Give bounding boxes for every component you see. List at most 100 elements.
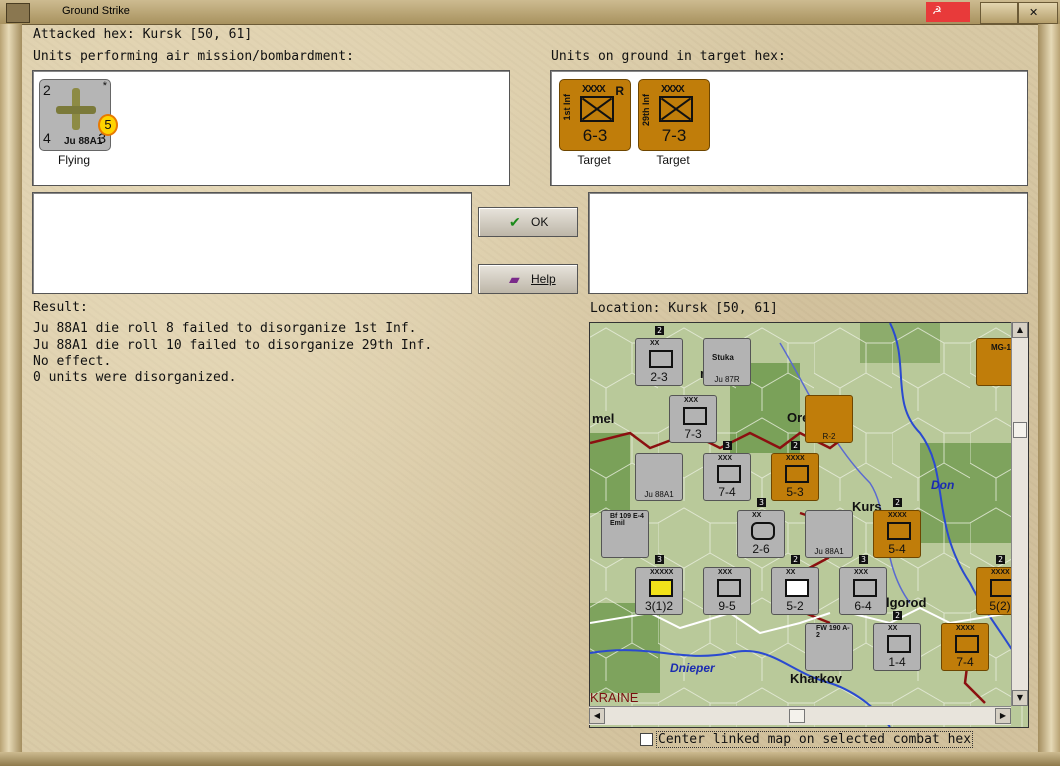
stack-count: 3 (757, 498, 766, 507)
help-label: Help (531, 272, 556, 286)
ground-units-label: Units on ground in target hex: (551, 49, 786, 64)
map-counter[interactable]: XX 5-2 (771, 567, 819, 615)
ground-unit-1[interactable]: XXXX R 1st Inf 6-3 Target (559, 79, 631, 167)
hex-map[interactable]: nsk mel Ore Kurs lgorod Kharkov KRAINE D… (589, 322, 1029, 728)
stack-count: 2 (996, 555, 1005, 564)
vertical-scroll-thumb[interactable] (1013, 422, 1027, 438)
counter-size: XXXX (991, 569, 1010, 576)
window-frame-right (1038, 24, 1060, 766)
air-units-box: 2 * 4 3 5 Ju 88A1 Flying (32, 70, 510, 186)
map-air-counter[interactable]: FW 190 A-2 (805, 623, 853, 671)
stack-count: 3 (655, 555, 664, 564)
scroll-up-icon[interactable]: ▲ (1012, 322, 1028, 338)
ok-button[interactable]: ✔ OK (478, 207, 578, 237)
infantry-icon (717, 579, 741, 597)
river-label: Don (931, 478, 955, 492)
stack-count: 3 (723, 441, 732, 450)
counter-value: 2-3 (650, 370, 668, 384)
air-unit-counter[interactable]: 2 * 4 3 5 Ju 88A1 Flying (39, 79, 118, 167)
map-horizontal-scrollbar[interactable]: ◀ ▶ (589, 706, 1011, 725)
scroll-right-icon[interactable]: ▶ (995, 708, 1011, 724)
counter-value: 2-6 (752, 542, 770, 556)
air-sub: Ju 87R (714, 375, 740, 384)
map-air-counter[interactable]: Bf 109 E-4 Emil (601, 510, 649, 558)
artillery-icon (785, 579, 809, 597)
air-name: R-2 (822, 432, 836, 441)
map-air-counter[interactable]: Ju 88A1 (805, 510, 853, 558)
counter-size: XX (888, 625, 898, 632)
map-counter-soviet[interactable]: XXXX 5-3 (771, 453, 819, 501)
unit-name: 29th Inf (641, 94, 651, 127)
map-counter[interactable]: XX 1-4 (873, 623, 921, 671)
map-counter[interactable]: XXX 6-4 (839, 567, 887, 615)
infantry-icon (785, 465, 809, 483)
ju88-counter[interactable]: 2 * 4 3 5 Ju 88A1 (39, 79, 118, 151)
map-counter[interactable]: XXX 7-4 (703, 453, 751, 501)
map-air-counter-soviet[interactable]: R-2 (805, 395, 853, 443)
help-button[interactable]: ▰ Help (478, 264, 578, 294)
result-line: Ju 88A1 die roll 10 failed to disorganiz… (33, 338, 433, 353)
unit-status: Target (656, 153, 690, 167)
infantry-icon (580, 96, 614, 122)
map-counter[interactable]: XXX 7-3 (669, 395, 717, 443)
air-star: * (102, 80, 107, 92)
infantry-icon (683, 407, 707, 425)
stack-count: 2 (893, 498, 902, 507)
counter-size: XXXXX (650, 569, 674, 576)
attacked-hex-label: Attacked hex: Kursk [50, 61] (33, 27, 253, 42)
stack-count: 2 (893, 611, 902, 620)
map-counter[interactable]: XX 2-6 (737, 510, 785, 558)
close-button[interactable]: ☭ (926, 2, 970, 22)
map-counter[interactable]: XX 2-3 (635, 338, 683, 386)
map-counter-soviet[interactable]: XXXX 5-4 (873, 510, 921, 558)
map-air-counter[interactable]: Stuka Ju 87R (703, 338, 751, 386)
air-name: FW 190 A-2 (816, 625, 850, 639)
attacker-detail-box (32, 192, 472, 294)
center-map-checkbox[interactable] (640, 733, 653, 746)
ground-unit-2[interactable]: XXXX 29th Inf 7-3 Target (638, 79, 710, 167)
stack-count: 2 (655, 326, 664, 335)
maximize-button[interactable]: ✕ (1018, 2, 1058, 24)
hq-icon (649, 579, 673, 597)
infantry-icon (853, 579, 877, 597)
scroll-down-icon[interactable]: ▼ (1012, 690, 1028, 706)
infantry-counter-1[interactable]: XXXX R 1st Inf 6-3 (559, 79, 631, 151)
counter-value: 6-4 (854, 599, 872, 613)
book-icon: ▰ (509, 271, 520, 287)
scroll-left-icon[interactable]: ◀ (589, 708, 605, 724)
city-label: mel (592, 411, 615, 426)
center-map-label[interactable]: Center linked map on selected combat hex (656, 731, 974, 748)
plane-body (56, 106, 96, 114)
map-counter[interactable]: XXX 9-5 (703, 567, 751, 615)
map-counter-soviet[interactable]: XXXX 7-4 (941, 623, 989, 671)
infantry-counter-2[interactable]: XXXX 29th Inf 7-3 (638, 79, 710, 151)
infantry-icon (717, 465, 741, 483)
air-units-label: Units performing air mission/bombardment… (33, 49, 354, 64)
minimize-button[interactable] (980, 2, 1018, 24)
map-counter-hq[interactable]: XXXXX 3(1)2 (635, 567, 683, 615)
air-unit-name: Ju 88A1 (64, 136, 103, 147)
stack-count: 2 (791, 441, 800, 450)
counter-size: XXX (684, 397, 699, 404)
stack-count: 3 (859, 555, 868, 564)
air-name: Ju 88A1 (644, 490, 674, 499)
horizontal-scroll-thumb[interactable] (789, 709, 805, 723)
ok-label: OK (531, 215, 549, 229)
defender-detail-box (588, 192, 1028, 294)
infantry-icon (649, 350, 673, 368)
air-unit-status: Flying (57, 153, 90, 167)
city-label: Kharkov (790, 671, 843, 686)
unit-status: Target (577, 153, 611, 167)
counter-size: XXX (854, 569, 869, 576)
counter-value: 7-4 (718, 485, 736, 499)
title-bar[interactable]: Ground Strike ☭ ✕ (0, 0, 1060, 25)
counter-size: XXX (718, 455, 733, 462)
map-air-counter[interactable]: Ju 88A1 (635, 453, 683, 501)
counter-size: XXXX (888, 512, 907, 519)
air-name: Bf 109 E-4 Emil (610, 513, 644, 527)
ground-units-box: XXXX R 1st Inf 6-3 Target XXXX 29th Inf … (550, 70, 1028, 186)
map-vertical-scrollbar[interactable]: ▲ ▼ (1011, 322, 1028, 706)
air-name: Ju 88A1 (814, 547, 844, 556)
window-frame-left (0, 24, 22, 766)
window-menu-icon[interactable] (6, 3, 30, 23)
